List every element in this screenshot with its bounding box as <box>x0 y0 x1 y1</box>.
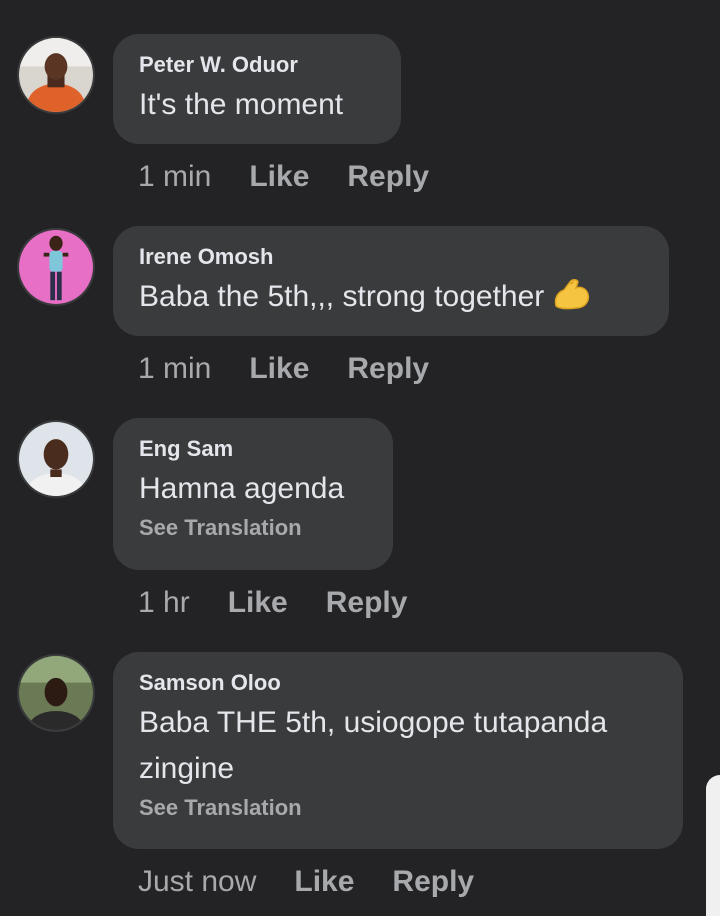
comment-bubble[interactable]: Eng Sam Hamna agenda See Translation <box>113 418 393 570</box>
comment-author[interactable]: Irene Omosh <box>139 244 643 270</box>
comment-text: Baba the 5th,,, strong together <box>139 274 643 326</box>
avatar-photo <box>19 656 93 730</box>
comment-actions: Just now Like Reply <box>138 865 474 899</box>
avatar[interactable] <box>17 420 95 498</box>
reply-button[interactable]: Reply <box>347 352 429 386</box>
avatar-photo <box>19 230 93 304</box>
comment-author[interactable]: Samson Oloo <box>139 670 657 696</box>
comment-time[interactable]: 1 min <box>138 160 211 194</box>
comment-text: Baba THE 5th, usiogope tutapanda zingine <box>139 700 657 792</box>
avatar-photo <box>19 422 93 496</box>
reply-button[interactable]: Reply <box>347 160 429 194</box>
flexed-biceps-icon <box>552 276 592 326</box>
comments-feed: Peter W. Oduor It's the moment 1 min Like… <box>0 0 720 916</box>
comment-author[interactable]: Peter W. Oduor <box>139 52 375 78</box>
comment-actions: 1 min Like Reply <box>138 352 429 386</box>
comment-text-line: Baba THE 5th, usiogope tutapanda <box>139 706 608 739</box>
comment-actions: 1 hr Like Reply <box>138 586 407 620</box>
reply-button[interactable]: Reply <box>392 865 474 899</box>
like-button[interactable]: Like <box>249 352 309 386</box>
see-translation-link[interactable]: See Translation <box>139 514 367 542</box>
see-translation-link[interactable]: See Translation <box>139 794 657 822</box>
avatar[interactable] <box>17 36 95 114</box>
like-button[interactable]: Like <box>228 586 288 620</box>
comment-bubble[interactable]: Irene Omosh Baba the 5th,,, strong toget… <box>113 226 669 336</box>
avatar[interactable] <box>17 654 95 732</box>
comment-time[interactable]: 1 hr <box>138 586 190 620</box>
comment-actions: 1 min Like Reply <box>138 160 429 194</box>
like-button[interactable]: Like <box>294 865 354 899</box>
reply-button[interactable]: Reply <box>326 586 408 620</box>
comment-text: Hamna agenda <box>139 472 345 505</box>
comment-text-content: Baba the 5th,,, strong together <box>139 280 545 313</box>
comment-bubble[interactable]: Peter W. Oduor It's the moment <box>113 34 401 144</box>
comment-text: It's the moment <box>139 88 344 121</box>
comment-time[interactable]: Just now <box>138 865 256 899</box>
scroll-edge[interactable] <box>706 775 720 916</box>
avatar[interactable] <box>17 228 95 306</box>
comment-author[interactable]: Eng Sam <box>139 436 367 462</box>
comment-time[interactable]: 1 min <box>138 352 211 386</box>
comment-bubble[interactable]: Samson Oloo Baba THE 5th, usiogope tutap… <box>113 652 683 849</box>
avatar-photo <box>19 38 93 112</box>
comment-text-line: zingine <box>139 752 235 785</box>
like-button[interactable]: Like <box>249 160 309 194</box>
